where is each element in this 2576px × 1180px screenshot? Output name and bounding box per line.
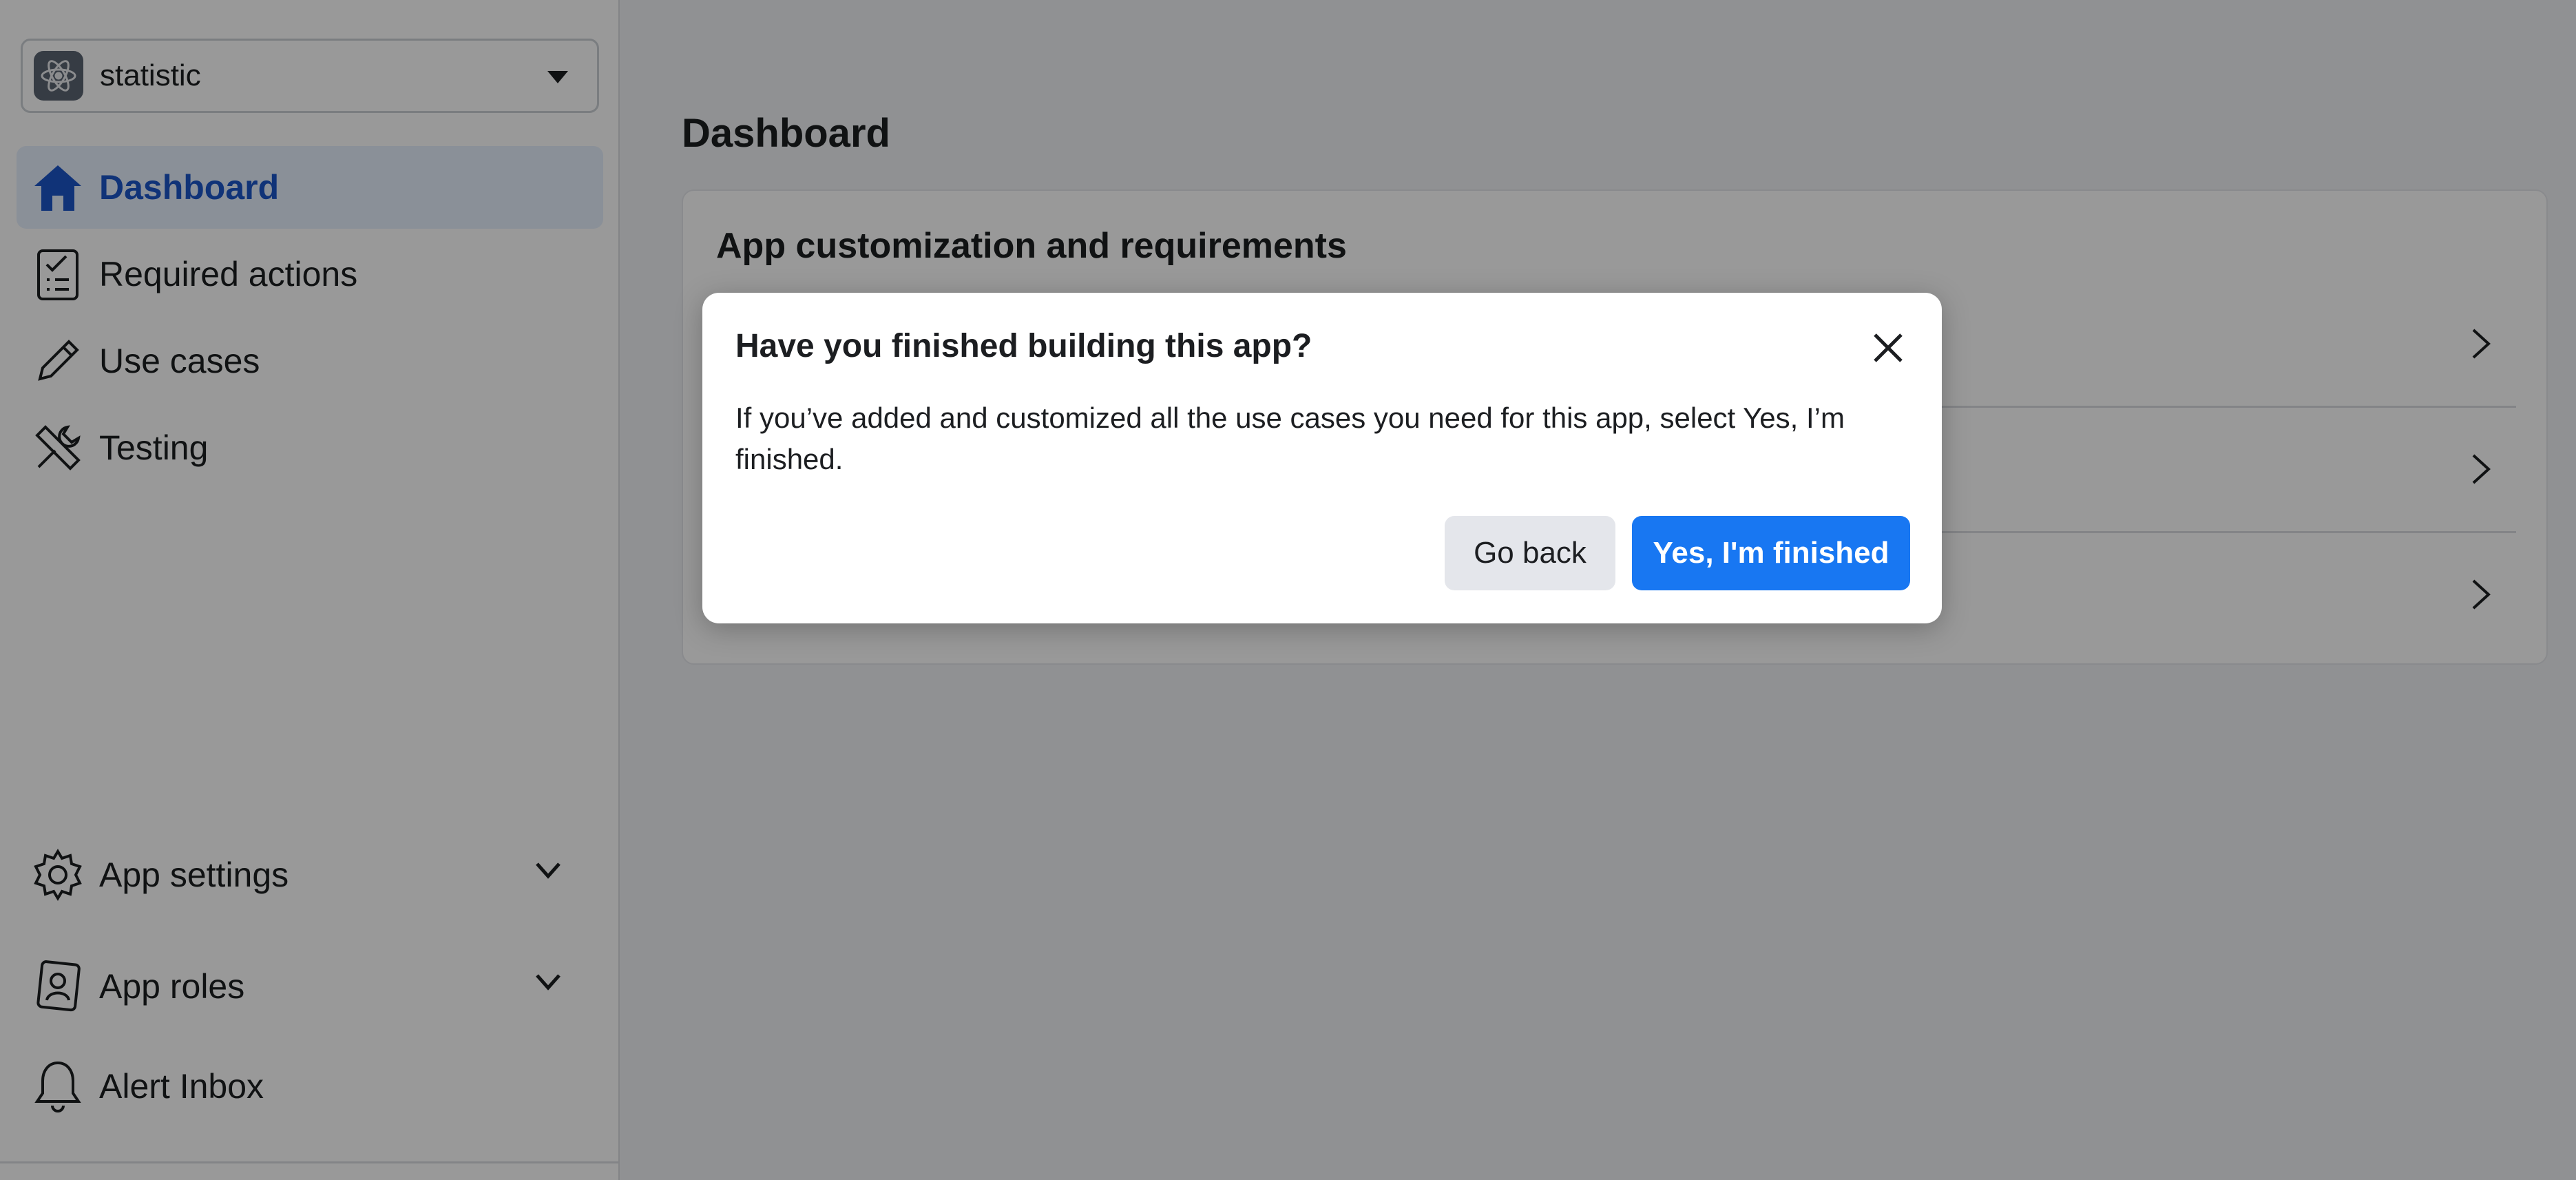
finish-app-dialog: Have you finished building this app? If … <box>702 293 1942 623</box>
close-icon[interactable] <box>1867 327 1909 369</box>
yes-finished-button[interactable]: Yes, I'm finished <box>1632 516 1910 590</box>
go-back-button[interactable]: Go back <box>1445 516 1615 590</box>
dialog-title: Have you finished building this app? <box>735 328 1312 364</box>
dialog-message: If you’ve added and customized all the u… <box>735 402 1845 475</box>
